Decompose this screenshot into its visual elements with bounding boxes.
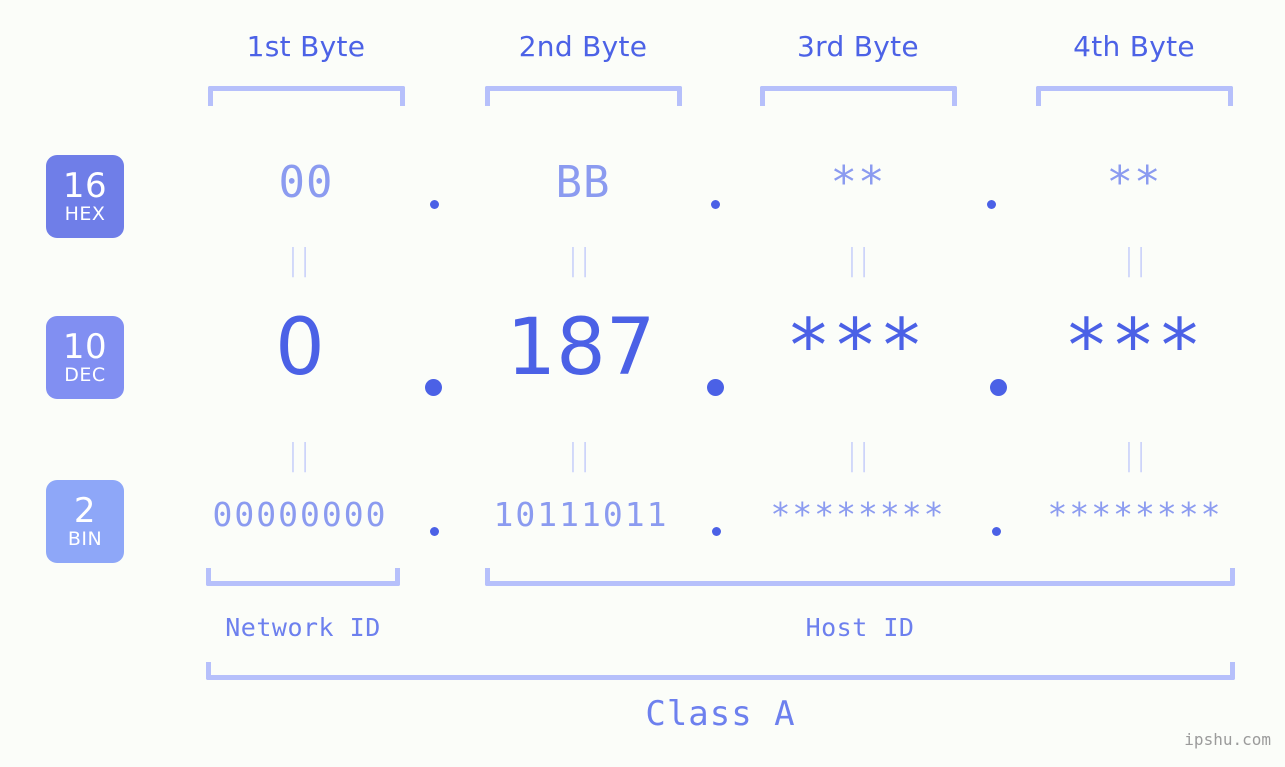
hex-dot-3 — [987, 200, 996, 209]
hex-dot-1 — [430, 200, 439, 209]
class-label: Class A — [645, 694, 796, 734]
radix-badge-bin-number: 2 — [73, 491, 97, 531]
radix-badge-bin-name: BIN — [67, 528, 103, 550]
radix-badge-hex-name: HEX — [64, 203, 106, 225]
dec-value-1: 0 — [275, 303, 325, 393]
radix-badge-dec-name: DEC — [64, 364, 106, 386]
dec-dot-3 — [990, 379, 1007, 396]
class-bracket — [206, 662, 1235, 680]
equals-mark-dec-bin-3: || — [846, 438, 872, 473]
bin-value-4: ******** — [1047, 495, 1223, 534]
network-id-bracket — [206, 568, 400, 586]
host-id-label: Host ID — [805, 613, 915, 642]
equals-mark-dec-bin-2: || — [567, 438, 593, 473]
dec-value-4: *** — [1064, 303, 1204, 389]
byte-bracket-4 — [1036, 86, 1233, 106]
bin-value-2: 10111011 — [493, 495, 669, 534]
radix-badge-dec-number: 10 — [62, 327, 108, 367]
byte-header-3: 3rd Byte — [797, 30, 919, 63]
bin-value-1: 00000000 — [212, 495, 388, 534]
hex-value-3: ** — [830, 157, 886, 208]
equals-mark-hex-dec-1: || — [287, 243, 313, 278]
network-id-label: Network ID — [225, 613, 381, 642]
bin-dot-3 — [992, 527, 1001, 536]
equals-mark-dec-bin-1: || — [287, 438, 313, 473]
byte-header-2: 2nd Byte — [518, 30, 648, 63]
byte-bracket-2 — [485, 86, 682, 106]
equals-mark-hex-dec-2: || — [567, 243, 593, 278]
ip-byte-diagram: 1st Byte 2nd Byte 3rd Byte 4th Byte 16 H… — [0, 0, 1285, 767]
hex-value-4: ** — [1106, 157, 1162, 208]
bin-value-3: ******** — [770, 495, 946, 534]
radix-badge-dec: 10 DEC — [46, 316, 124, 399]
hex-value-2: BB — [555, 157, 611, 208]
watermark: ipshu.com — [1184, 730, 1271, 749]
hex-value-1: 00 — [278, 157, 334, 208]
equals-mark-hex-dec-4: || — [1123, 243, 1149, 278]
radix-badge-hex: 16 HEX — [46, 155, 124, 238]
dec-value-3: *** — [786, 303, 926, 389]
host-id-bracket — [485, 568, 1235, 586]
radix-badge-hex-number: 16 — [62, 166, 108, 206]
dec-value-2: 187 — [506, 303, 656, 393]
byte-bracket-1 — [208, 86, 405, 106]
bin-dot-1 — [430, 527, 439, 536]
equals-mark-dec-bin-4: || — [1123, 438, 1149, 473]
equals-mark-hex-dec-3: || — [846, 243, 872, 278]
dec-dot-2 — [707, 379, 724, 396]
bin-dot-2 — [712, 527, 721, 536]
byte-bracket-3 — [760, 86, 957, 106]
byte-header-1: 1st Byte — [246, 30, 366, 63]
byte-header-4: 4th Byte — [1073, 30, 1195, 63]
dec-dot-1 — [425, 379, 442, 396]
hex-dot-2 — [711, 200, 720, 209]
radix-badge-bin: 2 BIN — [46, 480, 124, 563]
